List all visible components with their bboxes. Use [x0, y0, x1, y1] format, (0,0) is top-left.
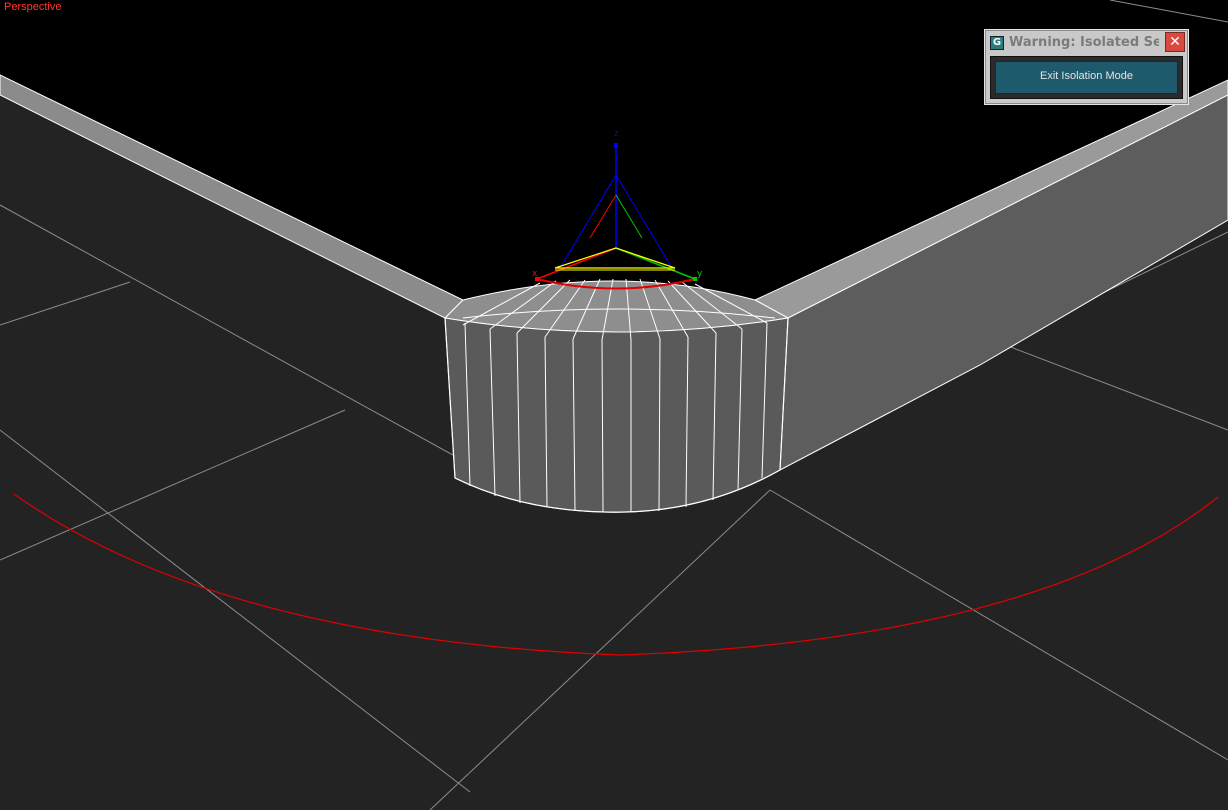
- close-button[interactable]: ✕: [1165, 32, 1185, 52]
- close-icon: ✕: [1169, 34, 1181, 50]
- transform-gizmo[interactable]: z x y: [532, 129, 703, 281]
- corner-column: [443, 278, 790, 513]
- exit-isolation-button[interactable]: Exit Isolation Mode: [995, 61, 1178, 94]
- scene-canvas[interactable]: z x y: [0, 0, 1228, 810]
- axis-z-label: z: [614, 129, 619, 139]
- isolation-warning-dialog: G Warning: Isolated Sel... ✕ Exit Isolat…: [984, 29, 1189, 105]
- viewport-label[interactable]: Perspective: [4, 1, 61, 13]
- app-logo-icon: G: [990, 36, 1004, 50]
- axis-x-label: x: [532, 269, 538, 279]
- dialog-body: Exit Isolation Mode: [990, 56, 1183, 99]
- axis-y-label: y: [697, 269, 703, 279]
- dialog-titlebar[interactable]: G Warning: Isolated Sel... ✕: [987, 32, 1186, 54]
- dialog-title: Warning: Isolated Sel...: [1009, 35, 1159, 50]
- app-logo-glyph: G: [992, 37, 1002, 48]
- perspective-viewport[interactable]: z x y Perspective G Warning: Isolated Se…: [0, 0, 1228, 810]
